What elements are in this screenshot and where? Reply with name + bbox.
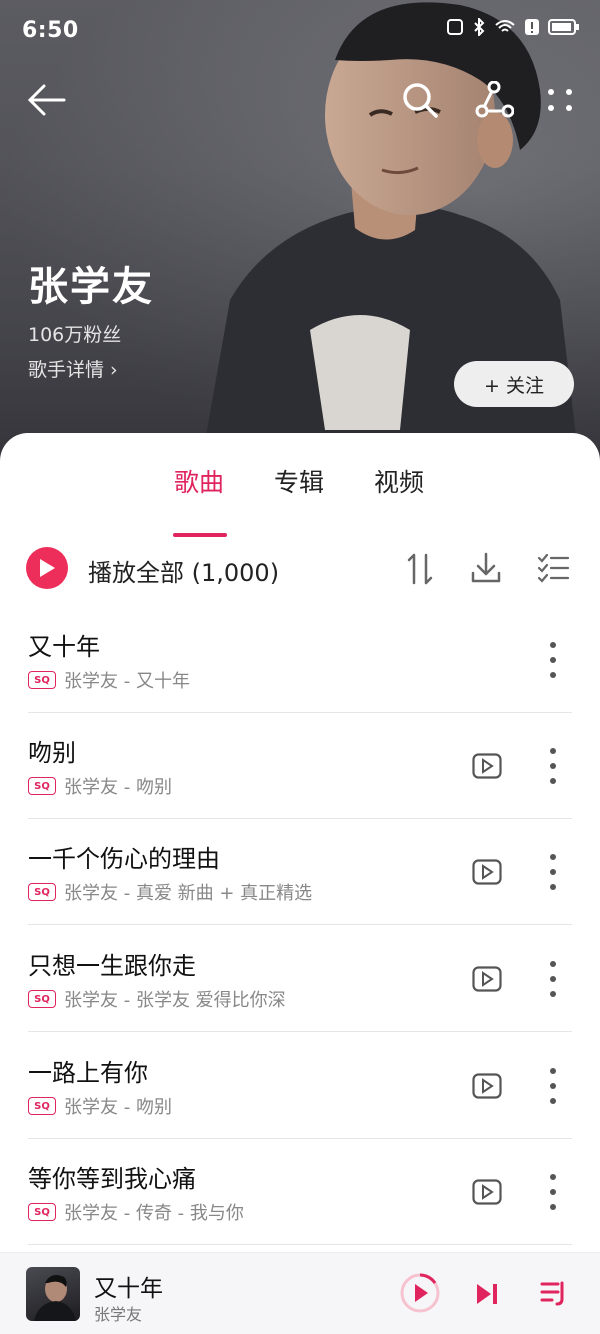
artist-details-link[interactable]: 歌手详情 ›: [28, 355, 118, 382]
sq-badge: SQ: [28, 1203, 56, 1221]
content-sheet: 歌曲 专辑 视频 播放全部 (1,000) 又十年 SQ 张学友 - 又十年 吻别…: [0, 433, 600, 1333]
mv-icon[interactable]: [472, 1073, 502, 1099]
song-more-icon[interactable]: [538, 1063, 568, 1109]
song-subtitle: SQ 张学友 - 张学友 爱得比你深: [28, 986, 286, 1012]
song-artist-album: 张学友 - 真爱 新曲 + 真正精选: [64, 883, 313, 904]
next-icon[interactable]: [474, 1281, 500, 1307]
song-more-icon[interactable]: [538, 1169, 568, 1215]
mv-icon[interactable]: [472, 1179, 502, 1205]
row-divider: [28, 1031, 572, 1032]
song-artist-album: 张学友 - 传奇 - 我与你: [64, 1203, 244, 1224]
sq-badge: SQ: [28, 1097, 56, 1115]
tab-videos[interactable]: 视频: [374, 463, 424, 499]
song-row[interactable]: 只想一生跟你走 SQ 张学友 - 张学友 爱得比你深: [0, 926, 600, 1032]
more-icon[interactable]: [538, 78, 582, 122]
status-time: 6:50: [22, 18, 79, 43]
song-subtitle: SQ 张学友 - 吻别: [28, 773, 172, 799]
song-title: 一路上有你: [28, 1059, 148, 1087]
song-subtitle: SQ 张学友 - 传奇 - 我与你: [28, 1199, 244, 1225]
alert-icon: [525, 19, 539, 35]
now-playing-artist: 张学友: [94, 1305, 143, 1324]
sq-badge: SQ: [28, 990, 56, 1008]
back-icon[interactable]: [24, 78, 68, 122]
song-artist-album: 张学友 - 吻别: [64, 1097, 172, 1118]
song-subtitle: SQ 张学友 - 又十年: [28, 667, 190, 693]
play-all-icon[interactable]: [26, 547, 68, 589]
song-more-icon[interactable]: [538, 849, 568, 895]
status-bar: 6:50: [0, 0, 600, 64]
download-icon[interactable]: [470, 551, 502, 585]
row-divider: [28, 1244, 572, 1245]
song-artist-album: 张学友 - 又十年: [64, 671, 190, 692]
follow-button[interactable]: + 关注: [454, 361, 574, 407]
song-more-icon[interactable]: [538, 637, 568, 683]
song-title: 吻别: [28, 739, 76, 767]
battery-icon: [548, 19, 579, 35]
song-artist-album: 张学友 - 张学友 爱得比你深: [64, 990, 286, 1011]
mv-icon[interactable]: [472, 966, 502, 992]
active-tab-indicator: [173, 533, 227, 537]
now-playing-cover[interactable]: [26, 1267, 80, 1321]
artist-name: 张学友: [28, 264, 154, 310]
mini-player[interactable]: 又十年 张学友: [0, 1252, 600, 1334]
song-title: 等你等到我心痛: [28, 1165, 196, 1193]
follow-label: + 关注: [484, 374, 544, 397]
bluetooth-icon: [474, 18, 485, 36]
song-subtitle: SQ 张学友 - 吻别: [28, 1093, 172, 1119]
wifi-icon: [495, 20, 515, 32]
artist-header: 6:50 张学友 106万粉丝 歌手详情 › + 关注: [0, 0, 600, 470]
song-row[interactable]: 等你等到我心痛 SQ 张学友 - 传奇 - 我与你: [0, 1139, 600, 1245]
playlist-icon[interactable]: [540, 1279, 568, 1307]
sq-badge: SQ: [28, 671, 56, 689]
song-artist-album: 张学友 - 吻别: [64, 777, 172, 798]
play-icon[interactable]: [400, 1273, 440, 1313]
nfc-icon: [447, 19, 463, 35]
mv-icon[interactable]: [472, 859, 502, 885]
song-subtitle: SQ 张学友 - 真爱 新曲 + 真正精选: [28, 879, 312, 905]
tab-albums[interactable]: 专辑: [274, 463, 324, 499]
share-icon[interactable]: [472, 78, 516, 122]
song-title: 只想一生跟你走: [28, 952, 196, 980]
sq-badge: SQ: [28, 883, 56, 901]
row-divider: [28, 924, 572, 925]
multi-select-icon[interactable]: [536, 551, 570, 585]
status-icons: [446, 18, 580, 36]
mv-icon[interactable]: [472, 753, 502, 779]
song-more-icon[interactable]: [538, 956, 568, 1002]
tab-bar: 歌曲 专辑 视频: [0, 463, 600, 537]
song-more-icon[interactable]: [538, 743, 568, 789]
song-row[interactable]: 一千个伤心的理由 SQ 张学友 - 真爱 新曲 + 真正精选: [0, 819, 600, 925]
play-all-row[interactable]: 播放全部 (1,000): [0, 543, 600, 593]
song-row[interactable]: 吻别 SQ 张学友 - 吻别: [0, 713, 600, 819]
song-row[interactable]: 又十年 SQ 张学友 - 又十年: [0, 607, 600, 713]
play-all-label[interactable]: 播放全部 (1,000): [88, 553, 279, 588]
tab-songs[interactable]: 歌曲: [174, 463, 224, 499]
now-playing-title: 又十年: [94, 1276, 163, 1302]
fan-count: 106万粉丝: [28, 324, 122, 346]
search-icon[interactable]: [398, 78, 442, 122]
sq-badge: SQ: [28, 777, 56, 795]
song-row[interactable]: 一路上有你 SQ 张学友 - 吻别: [0, 1033, 600, 1139]
sort-icon[interactable]: [406, 553, 434, 585]
song-title: 又十年: [28, 633, 100, 661]
song-title: 一千个伤心的理由: [28, 845, 220, 873]
